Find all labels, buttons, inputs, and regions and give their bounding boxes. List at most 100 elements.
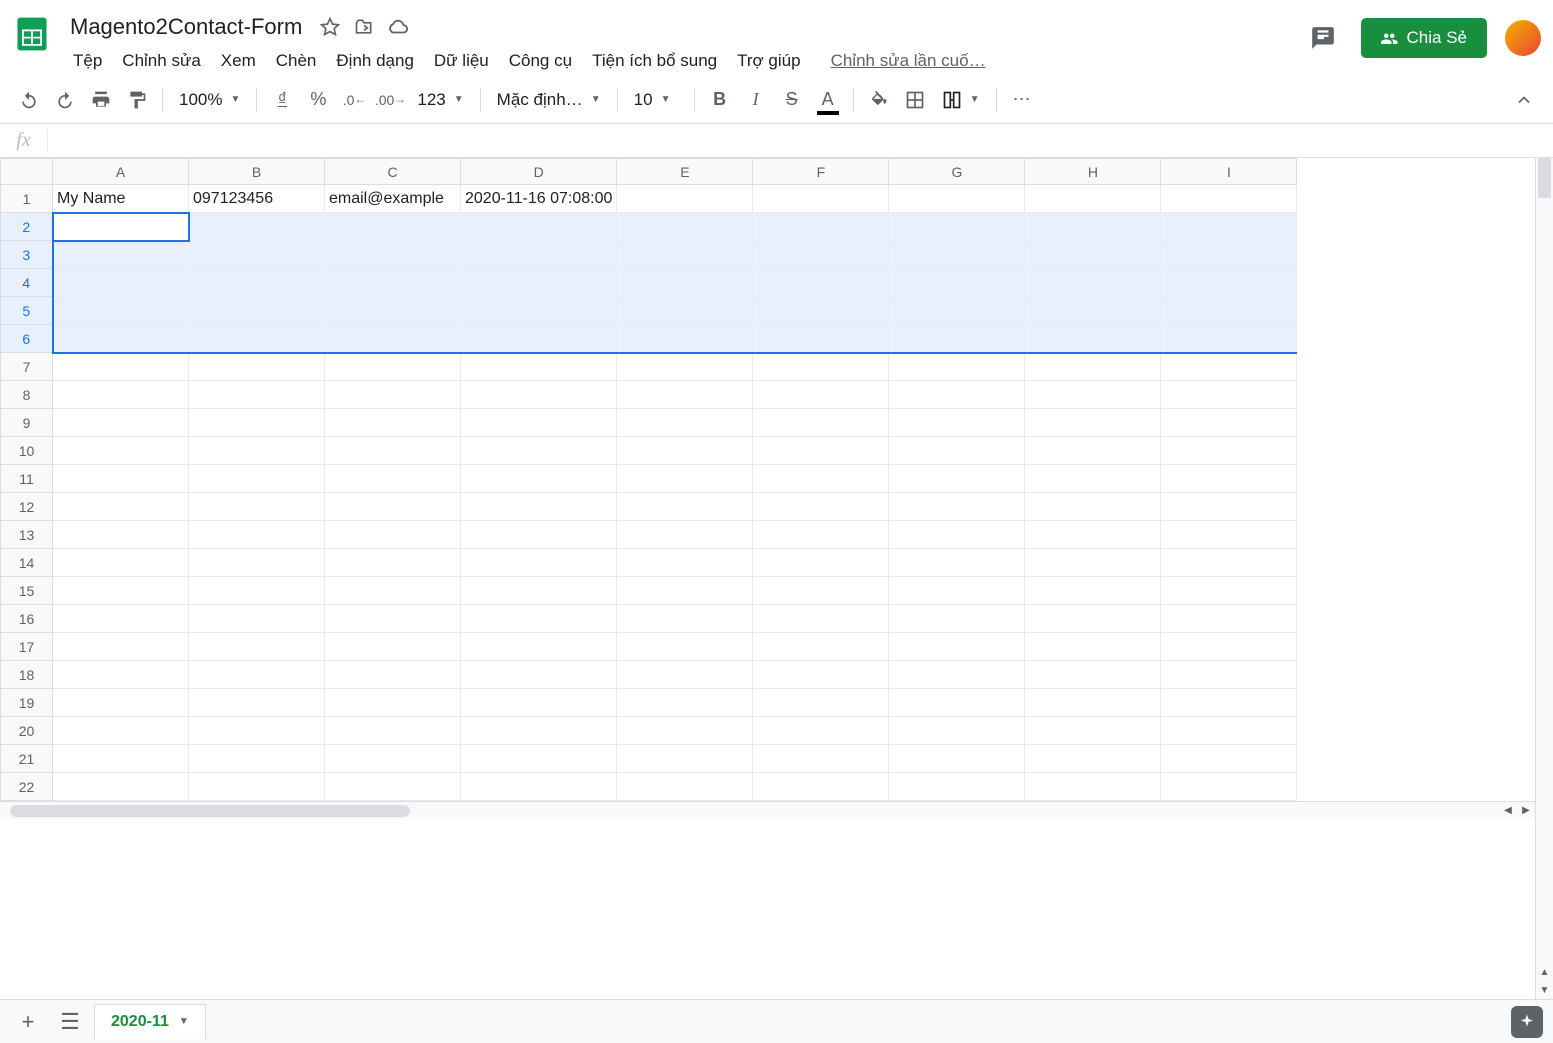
cell[interactable] [889,241,1025,269]
cloud-status-icon[interactable] [386,15,410,39]
cell[interactable] [1161,549,1297,577]
cell[interactable] [1161,381,1297,409]
row-header[interactable]: 19 [1,689,53,717]
cell[interactable] [461,465,617,493]
horizontal-scrollbar[interactable]: ◀ ▶ [0,801,1535,819]
strikethrough-button[interactable]: S [775,83,809,117]
cell[interactable] [1025,185,1161,213]
cell[interactable] [889,633,1025,661]
cell[interactable] [189,325,325,353]
cell[interactable] [461,521,617,549]
cell[interactable] [325,465,461,493]
sheets-logo[interactable] [12,8,52,60]
cell[interactable] [53,661,189,689]
cell[interactable] [753,773,889,801]
cell[interactable] [1025,605,1161,633]
cell[interactable] [1161,745,1297,773]
cell[interactable] [461,437,617,465]
row-header[interactable]: 18 [1,661,53,689]
cell[interactable] [1025,689,1161,717]
collapse-toolbar-icon[interactable] [1507,83,1541,117]
text-color-button[interactable]: A [811,83,845,117]
cell[interactable] [461,409,617,437]
cell[interactable] [53,521,189,549]
cell[interactable] [461,213,617,241]
cell[interactable] [617,437,753,465]
cell[interactable] [753,353,889,381]
column-header[interactable]: C [325,159,461,185]
cell[interactable] [189,745,325,773]
cell[interactable] [753,465,889,493]
cell[interactable] [1025,325,1161,353]
cell[interactable] [889,185,1025,213]
cell[interactable]: 2020-11-16 07:08:00 [461,185,617,213]
document-title[interactable]: Magento2Contact-Form [64,12,308,42]
cell[interactable] [617,381,753,409]
cell[interactable] [889,353,1025,381]
cell[interactable] [189,577,325,605]
cell[interactable] [461,633,617,661]
cell[interactable] [189,661,325,689]
cell[interactable] [1161,241,1297,269]
row-header[interactable]: 20 [1,717,53,745]
cell[interactable] [753,409,889,437]
cell[interactable] [889,689,1025,717]
vertical-scrollbar[interactable]: ▲ ▼ [1535,158,1553,999]
cell[interactable] [53,437,189,465]
cell[interactable] [1161,213,1297,241]
cell[interactable] [753,717,889,745]
cell[interactable] [617,633,753,661]
cell[interactable] [617,465,753,493]
cell[interactable]: My Name [53,185,189,213]
cell[interactable] [753,745,889,773]
cell[interactable] [53,241,189,269]
cell[interactable] [461,689,617,717]
spreadsheet-grid[interactable]: ABCDEFGHI1My Name097123456email@example2… [0,158,1297,801]
row-header[interactable]: 5 [1,297,53,325]
cell[interactable] [1161,605,1297,633]
cell[interactable] [325,381,461,409]
cell[interactable] [189,605,325,633]
cell[interactable] [461,297,617,325]
decrease-decimal-button[interactable]: .0← [337,83,371,117]
cell[interactable] [53,493,189,521]
cell[interactable] [1161,409,1297,437]
row-header[interactable]: 2 [1,213,53,241]
cell[interactable] [889,297,1025,325]
row-header[interactable]: 10 [1,437,53,465]
cell[interactable] [1025,717,1161,745]
cell[interactable] [189,213,325,241]
cell[interactable] [617,577,753,605]
cell[interactable] [617,773,753,801]
zoom-select[interactable]: 100%▼ [171,85,248,115]
cell[interactable] [325,493,461,521]
cell[interactable] [325,521,461,549]
cell[interactable] [1161,325,1297,353]
cell[interactable] [889,605,1025,633]
cell[interactable] [1161,717,1297,745]
cell[interactable] [325,213,461,241]
cell[interactable] [617,493,753,521]
cell[interactable] [617,297,753,325]
row-header[interactable]: 11 [1,465,53,493]
cell[interactable] [617,521,753,549]
cell[interactable] [53,633,189,661]
scroll-left-icon[interactable]: ◀ [1499,805,1517,816]
cell[interactable] [1025,213,1161,241]
cell[interactable] [753,661,889,689]
cell[interactable] [1025,465,1161,493]
row-header[interactable]: 13 [1,521,53,549]
cell[interactable] [53,297,189,325]
cell[interactable] [889,745,1025,773]
row-header[interactable]: 9 [1,409,53,437]
explore-button[interactable] [1511,1006,1543,1038]
cell[interactable] [325,577,461,605]
cell[interactable] [617,353,753,381]
cell[interactable] [889,409,1025,437]
cell[interactable] [53,353,189,381]
cell[interactable] [1025,353,1161,381]
cell[interactable] [889,521,1025,549]
row-header[interactable]: 4 [1,269,53,297]
cell[interactable] [461,493,617,521]
cell[interactable] [325,353,461,381]
